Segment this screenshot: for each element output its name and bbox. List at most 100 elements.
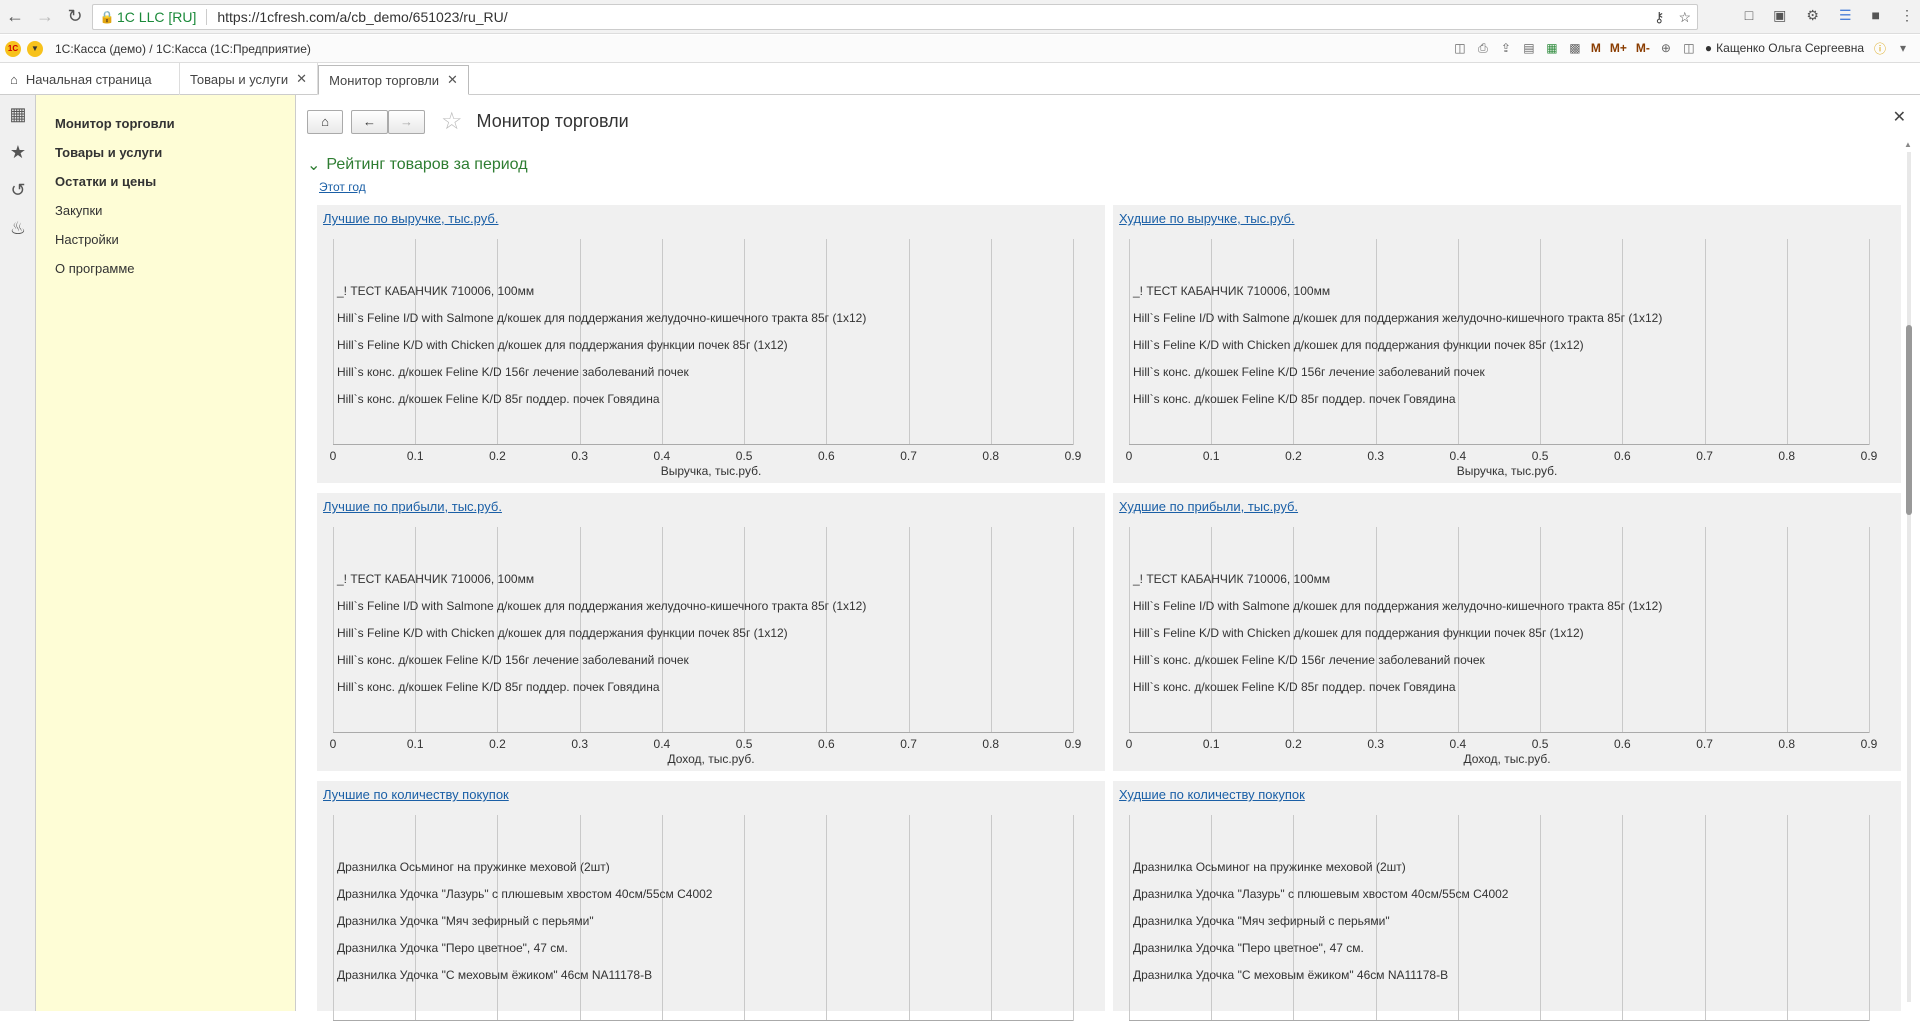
key-icon[interactable]: ⚷ bbox=[1654, 9, 1664, 26]
omnibox-divider bbox=[206, 9, 208, 25]
extension-translate-icon[interactable]: ☰ bbox=[1839, 7, 1852, 24]
rating-group-header[interactable]: ⌄ Рейтинг товаров за период bbox=[307, 155, 528, 175]
period-link[interactable]: Этот год bbox=[319, 180, 366, 194]
chart-panel: Худшие по количеству покупок Дразнилка Ос… bbox=[1113, 781, 1901, 1021]
extension-screen-icon[interactable]: ▣ bbox=[1773, 7, 1786, 24]
vertical-scrollbar[interactable]: ▲ bbox=[1904, 140, 1914, 1011]
favorite-star-icon[interactable]: ☆ bbox=[441, 107, 463, 136]
favorites-star-icon[interactable]: ★ bbox=[0, 133, 36, 171]
chart-title-link[interactable]: Худшие по прибыли, тыс.руб. bbox=[1119, 499, 1298, 514]
chart-category-label: _! ТЕСТ КАБАНЧИК 710006, 100мм bbox=[1133, 572, 1331, 586]
home-button[interactable]: ⌂ bbox=[307, 109, 343, 134]
close-icon[interactable]: ✕ bbox=[296, 71, 307, 87]
scroll-up-arrow-icon[interactable]: ▲ bbox=[1904, 140, 1912, 149]
chart-title-link[interactable]: Лучшие по выручке, тыс.руб. bbox=[323, 211, 498, 226]
chart-category-label: _! ТЕСТ КАБАНЧИК 710006, 100мм bbox=[1133, 284, 1331, 298]
export-icon[interactable]: ⇪ bbox=[1499, 41, 1513, 55]
chart-tick-label: 0.8 bbox=[982, 737, 1000, 751]
close-icon[interactable]: ✕ bbox=[447, 72, 458, 88]
chart-tick-label: 0.7 bbox=[1696, 737, 1713, 751]
nav-button-group: ← → bbox=[351, 109, 425, 134]
url-text[interactable]: https://1cfresh.com/a/cb_demo/651023/ru_… bbox=[217, 9, 507, 25]
chart-tick-label: 0.9 bbox=[1860, 737, 1878, 751]
tab-trade-monitor[interactable]: Монитор торговли ✕ bbox=[318, 65, 469, 95]
chart-title-link[interactable]: Худшие по выручке, тыс.руб. bbox=[1119, 211, 1295, 226]
sidebar-item-about[interactable]: О программе bbox=[36, 254, 295, 283]
tab-products-services[interactable]: Товары и услуги ✕ bbox=[180, 63, 319, 95]
info-icon[interactable]: ⓘ bbox=[1873, 41, 1887, 56]
memory-minus-button[interactable]: M- bbox=[1636, 41, 1650, 55]
reload-icon[interactable]: ↻ bbox=[60, 2, 90, 32]
browser-toolbar: ← → ↻ 🔒 1C LLC [RU] https://1cfresh.com/… bbox=[0, 0, 1920, 34]
save-icon[interactable]: ◫ bbox=[1453, 41, 1467, 55]
notifications-bell-icon[interactable]: ♨ bbox=[0, 209, 36, 247]
extension-badge-icon[interactable]: ■ bbox=[1872, 7, 1880, 24]
chart-category-label: Hill`s конс. д/кошек Feline K/D 85г подд… bbox=[337, 680, 660, 694]
print-preview-icon[interactable]: ▤ bbox=[1522, 41, 1536, 55]
chart-gridline bbox=[1622, 239, 1624, 445]
close-form-icon[interactable]: ✕ bbox=[1893, 107, 1906, 127]
sidebar-item-settings[interactable]: Настройки bbox=[36, 225, 295, 254]
extension-pdf-icon[interactable]: □ bbox=[1745, 7, 1753, 24]
sidebar-item-purchases[interactable]: Закупки bbox=[36, 196, 295, 225]
tab-home[interactable]: ⌂ Начальная страница bbox=[0, 63, 180, 95]
panels-icon[interactable]: ◫ bbox=[1682, 41, 1696, 55]
chart-category-label: Hill`s конс. д/кошек Feline K/D 156г леч… bbox=[337, 653, 689, 667]
chart-plot-area: _! ТЕСТ КАБАНЧИК 710006, 100мм Hill`s Fel… bbox=[333, 239, 1074, 445]
chart-category-label: Hill`s Feline K/D with Chicken д/кошек д… bbox=[1133, 626, 1584, 640]
browser-menu-icon[interactable]: ⋮ bbox=[1900, 7, 1914, 24]
sidebar-item-trade-monitor[interactable]: Монитор торговли bbox=[36, 109, 295, 138]
history-icon[interactable]: ↺ bbox=[0, 171, 36, 209]
chart-category-label: Hill`s Feline K/D with Chicken д/кошек д… bbox=[1133, 338, 1584, 352]
chart-category-label: Дразнилка Удочка "С меховым ёжиком" 46см… bbox=[337, 968, 653, 982]
chart-tick-label: 0.8 bbox=[982, 449, 1000, 463]
forward-button[interactable]: → bbox=[388, 109, 425, 134]
address-bar[interactable]: 🔒 1C LLC [RU] https://1cfresh.com/a/cb_d… bbox=[92, 4, 1698, 30]
spreadsheet-icon[interactable]: ▦ bbox=[1545, 41, 1559, 55]
forward-arrow-icon[interactable]: → bbox=[30, 2, 60, 32]
chart-tick-label: 0.6 bbox=[1613, 737, 1631, 751]
scroll-thumb[interactable] bbox=[1906, 325, 1912, 515]
memory-m-button[interactable]: M bbox=[1591, 41, 1601, 55]
back-arrow-icon[interactable]: ← bbox=[0, 2, 30, 32]
chart-axis-title: Доход, тыс.руб. bbox=[1463, 752, 1551, 766]
chart-title-link[interactable]: Худшие по количеству покупок bbox=[1119, 787, 1305, 802]
scroll-track[interactable] bbox=[1907, 152, 1911, 1002]
chart-tick-label: 0.3 bbox=[571, 737, 588, 751]
extension-network-icon[interactable]: ⚙ bbox=[1806, 7, 1819, 24]
chart-tick-label: 0.3 bbox=[571, 449, 588, 463]
chart-title-link[interactable]: Лучшие по количеству покупок bbox=[323, 787, 509, 802]
chart-category-label: Дразнилка Удочка "Перо цветное", 47 см. bbox=[337, 941, 568, 955]
dropdown-arrow-icon[interactable]: ▾ bbox=[1896, 41, 1910, 55]
sidebar-item-products-services[interactable]: Товары и услуги bbox=[36, 138, 295, 167]
chart-tick-label: 0 bbox=[1125, 449, 1133, 463]
sidebar-item-stock-prices[interactable]: Остатки и цены bbox=[36, 167, 295, 196]
chart-gridline bbox=[1869, 527, 1870, 733]
chart-category-label: Дразнилка Удочка "Перо цветное", 47 см. bbox=[1133, 941, 1364, 955]
calendar-icon[interactable]: ▩ bbox=[1568, 41, 1582, 55]
main-menu-icon[interactable]: ▼ bbox=[27, 40, 43, 57]
chart-title-link[interactable]: Лучшие по прибыли, тыс.руб. bbox=[323, 499, 502, 514]
print-icon[interactable]: ⎙ bbox=[1476, 41, 1490, 55]
chart-gridline bbox=[1869, 815, 1870, 1021]
zoom-icon[interactable]: ⊕ bbox=[1659, 41, 1673, 55]
chart-gridline bbox=[990, 239, 992, 445]
user-menu[interactable]: ● Кащенко Ольга Сергеевна bbox=[1705, 41, 1864, 55]
bookmark-star-icon[interactable]: ☆ bbox=[1678, 9, 1691, 26]
chart-category-label: Hill`s конс. д/кошек Feline K/D 156г леч… bbox=[337, 365, 689, 379]
chart-gridline bbox=[1129, 815, 1130, 1021]
user-icon: ● bbox=[1704, 41, 1713, 55]
chart-gridline bbox=[1129, 239, 1130, 445]
chart-gridline bbox=[1704, 239, 1706, 445]
chart-gridline bbox=[990, 527, 992, 733]
chart-tick-label: 0.1 bbox=[406, 449, 424, 463]
sections-grid-icon[interactable]: ▦ bbox=[0, 95, 36, 133]
chart-category-label: Дразнилка Удочка "Лазурь" с плюшевым хво… bbox=[1133, 887, 1509, 901]
back-button[interactable]: ← bbox=[351, 109, 388, 134]
chart-tick-label: 0.5 bbox=[735, 449, 753, 463]
chart-gridline bbox=[826, 815, 828, 1021]
memory-plus-button[interactable]: M+ bbox=[1610, 41, 1627, 55]
chart-gridline bbox=[1129, 527, 1130, 733]
chart-tick-label: 0.5 bbox=[1531, 737, 1549, 751]
chart-tick-label: 0.2 bbox=[489, 449, 506, 463]
